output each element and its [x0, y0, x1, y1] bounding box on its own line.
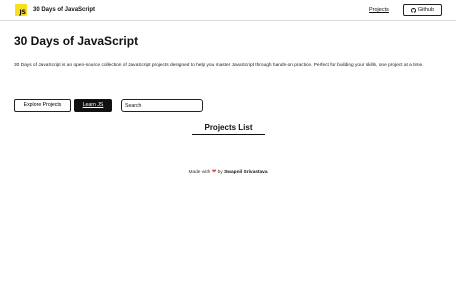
github-label: Github	[417, 7, 435, 13]
brand-title[interactable]: 30 Days of JavaScript	[33, 6, 95, 14]
footer-made-with: Made with	[188, 170, 211, 175]
github-icon	[410, 7, 416, 13]
footer-by: by	[217, 170, 223, 175]
page-description: 30 Days of JavaScript is an open-source …	[14, 63, 424, 68]
github-button[interactable]: Github	[403, 4, 442, 16]
page-title: 30 Days of JavaScript	[14, 34, 139, 48]
search-input[interactable]	[121, 99, 203, 112]
logo-text: JS	[19, 9, 26, 16]
footer: Made with ❤ by Swapnil Srivastava	[0, 168, 456, 177]
navbar: JS 30 Days of JavaScript Projects Github	[0, 0, 456, 21]
learn-js-label: Learn JS	[82, 102, 104, 108]
heart-icon: ❤	[211, 169, 217, 175]
projects-nav-link[interactable]: Projects	[369, 6, 389, 14]
js-logo-icon[interactable]: JS	[15, 4, 27, 16]
footer-author-link[interactable]: Swapnil Srivastava	[224, 170, 267, 175]
explore-projects-button[interactable]: Explore Projects	[14, 99, 71, 112]
learn-js-button[interactable]: Learn JS	[74, 99, 112, 112]
projects-list-heading: Projects List	[192, 122, 265, 135]
